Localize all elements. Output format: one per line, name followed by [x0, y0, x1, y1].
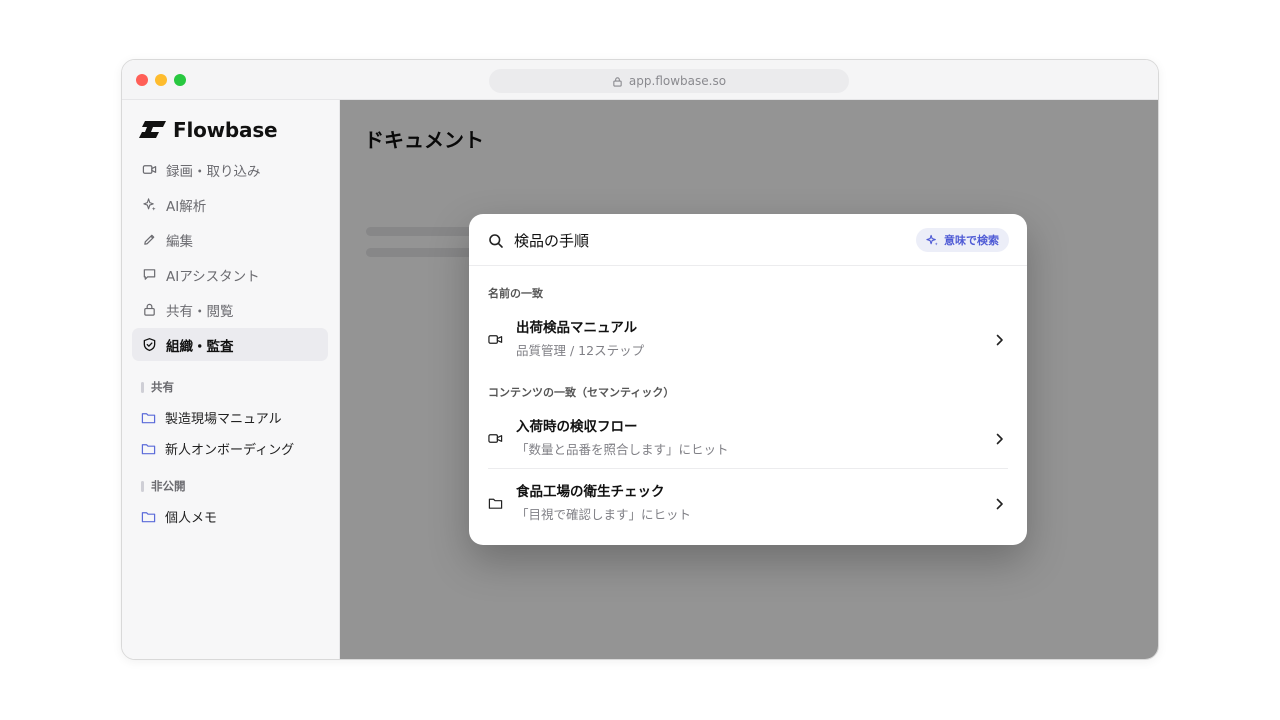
sidebar-item-ai-analysis[interactable]: AI解析 [132, 188, 328, 221]
lock-icon [613, 76, 622, 87]
search-result-item[interactable]: 出荷検品マニュアル 品質管理 / 12ステップ [488, 312, 1008, 368]
search-dialog: 意味で検索 名前の一致 出荷検品マニュアル 品質管理 / 12ステップ コンテン… [469, 214, 1027, 545]
search-result-item[interactable]: 食品工場の衛生チェック 「目視で確認します」にヒット [488, 476, 1008, 532]
sidebar-item-label: 組織・監査 [166, 338, 234, 355]
sidebar-item-label: AIアシスタント [166, 268, 260, 285]
title-bar: app.flowbase.so [122, 60, 1158, 100]
search-result-item[interactable]: 入荷時の検収フロー 「数量と品番を照合します」にヒット [488, 411, 1008, 467]
folder-icon [141, 443, 156, 454]
chevron-right-icon [996, 433, 1003, 445]
sparkle-icon [143, 198, 156, 211]
sidebar-item-label: AI解析 [166, 198, 207, 215]
shield-icon [143, 338, 156, 352]
search-bar: 意味で検索 [469, 214, 1027, 266]
folder-icon [141, 511, 156, 522]
folder-item-personal-memo[interactable]: 個人メモ [141, 507, 217, 526]
pencil-icon [144, 234, 155, 245]
flowbase-logo-icon [139, 121, 166, 138]
close-window-button[interactable] [136, 74, 148, 86]
sparkle-icon [926, 234, 938, 246]
section-label-text: 共有 [151, 380, 174, 394]
minimize-window-button[interactable] [155, 74, 167, 86]
chevron-right-icon [996, 334, 1003, 346]
sidebar-item-label: 共有・閲覧 [166, 303, 234, 320]
lock-icon [144, 303, 155, 316]
result-title: 出荷検品マニュアル [516, 320, 638, 336]
folder-item-manufacturing-manual[interactable]: 製造現場マニュアル [141, 408, 282, 427]
result-subtitle: 「目視で確認します」にヒット [516, 507, 692, 522]
sidebar-item-label: 編集 [166, 233, 193, 250]
video-icon [488, 434, 503, 443]
sidebar-item-recording[interactable]: 録画・取り込み [132, 153, 328, 186]
semantic-search-button[interactable]: 意味で検索 [916, 228, 1009, 252]
search-input[interactable] [514, 228, 894, 252]
result-divider [488, 468, 1008, 469]
result-title: 食品工場の衛生チェック [516, 484, 665, 500]
maximize-window-button[interactable] [174, 74, 186, 86]
result-subtitle: 品質管理 / 12ステップ [516, 343, 645, 358]
section-marker [141, 381, 144, 393]
section-marker [141, 480, 144, 492]
sidebar-item-label: 録画・取り込み [166, 163, 261, 180]
folder-label: 個人メモ [165, 511, 218, 526]
private-section-label: 非公開 [141, 478, 186, 494]
folder-icon [488, 498, 503, 509]
search-icon [489, 234, 503, 248]
sidebar-item-organization[interactable]: 組織・監査 [132, 328, 328, 361]
result-subtitle: 「数量と品番を照合します」にヒット [516, 442, 729, 457]
chat-icon [143, 269, 156, 280]
folder-icon [141, 412, 156, 423]
url-text: app.flowbase.so [628, 74, 727, 88]
folder-label: 新人オンボーディング [165, 443, 295, 458]
semantic-search-label: 意味で検索 [944, 234, 999, 247]
sidebar-item-ai-assistant[interactable]: AIアシスタント [132, 258, 328, 291]
video-icon [488, 335, 503, 344]
video-icon [142, 165, 157, 174]
section-label-text: 非公開 [151, 479, 186, 493]
group-label-content-match: コンテンツの一致（セマンティック） [488, 386, 675, 399]
address-bar[interactable]: app.flowbase.so [489, 69, 849, 93]
shared-section-label: 共有 [141, 379, 174, 395]
sidebar-nav: 録画・取り込み AI解析 編集 AIアシスタント 共有・閲覧 組織・監査 [132, 153, 328, 363]
folder-label: 製造現場マニュアル [165, 412, 282, 427]
group-label-name-match: 名前の一致 [488, 287, 543, 300]
sidebar-item-sharing[interactable]: 共有・閲覧 [132, 293, 328, 326]
folder-item-onboarding[interactable]: 新人オンボーディング [141, 439, 294, 458]
app-name: Flowbase [173, 118, 278, 142]
sidebar: Flowbase 録画・取り込み AI解析 編集 AIアシスタント 共有・閲覧 [122, 100, 340, 659]
result-title: 入荷時の検収フロー [516, 419, 638, 435]
app-logo[interactable]: Flowbase [139, 118, 278, 142]
sidebar-item-edit[interactable]: 編集 [132, 223, 328, 256]
chevron-right-icon [996, 498, 1003, 510]
